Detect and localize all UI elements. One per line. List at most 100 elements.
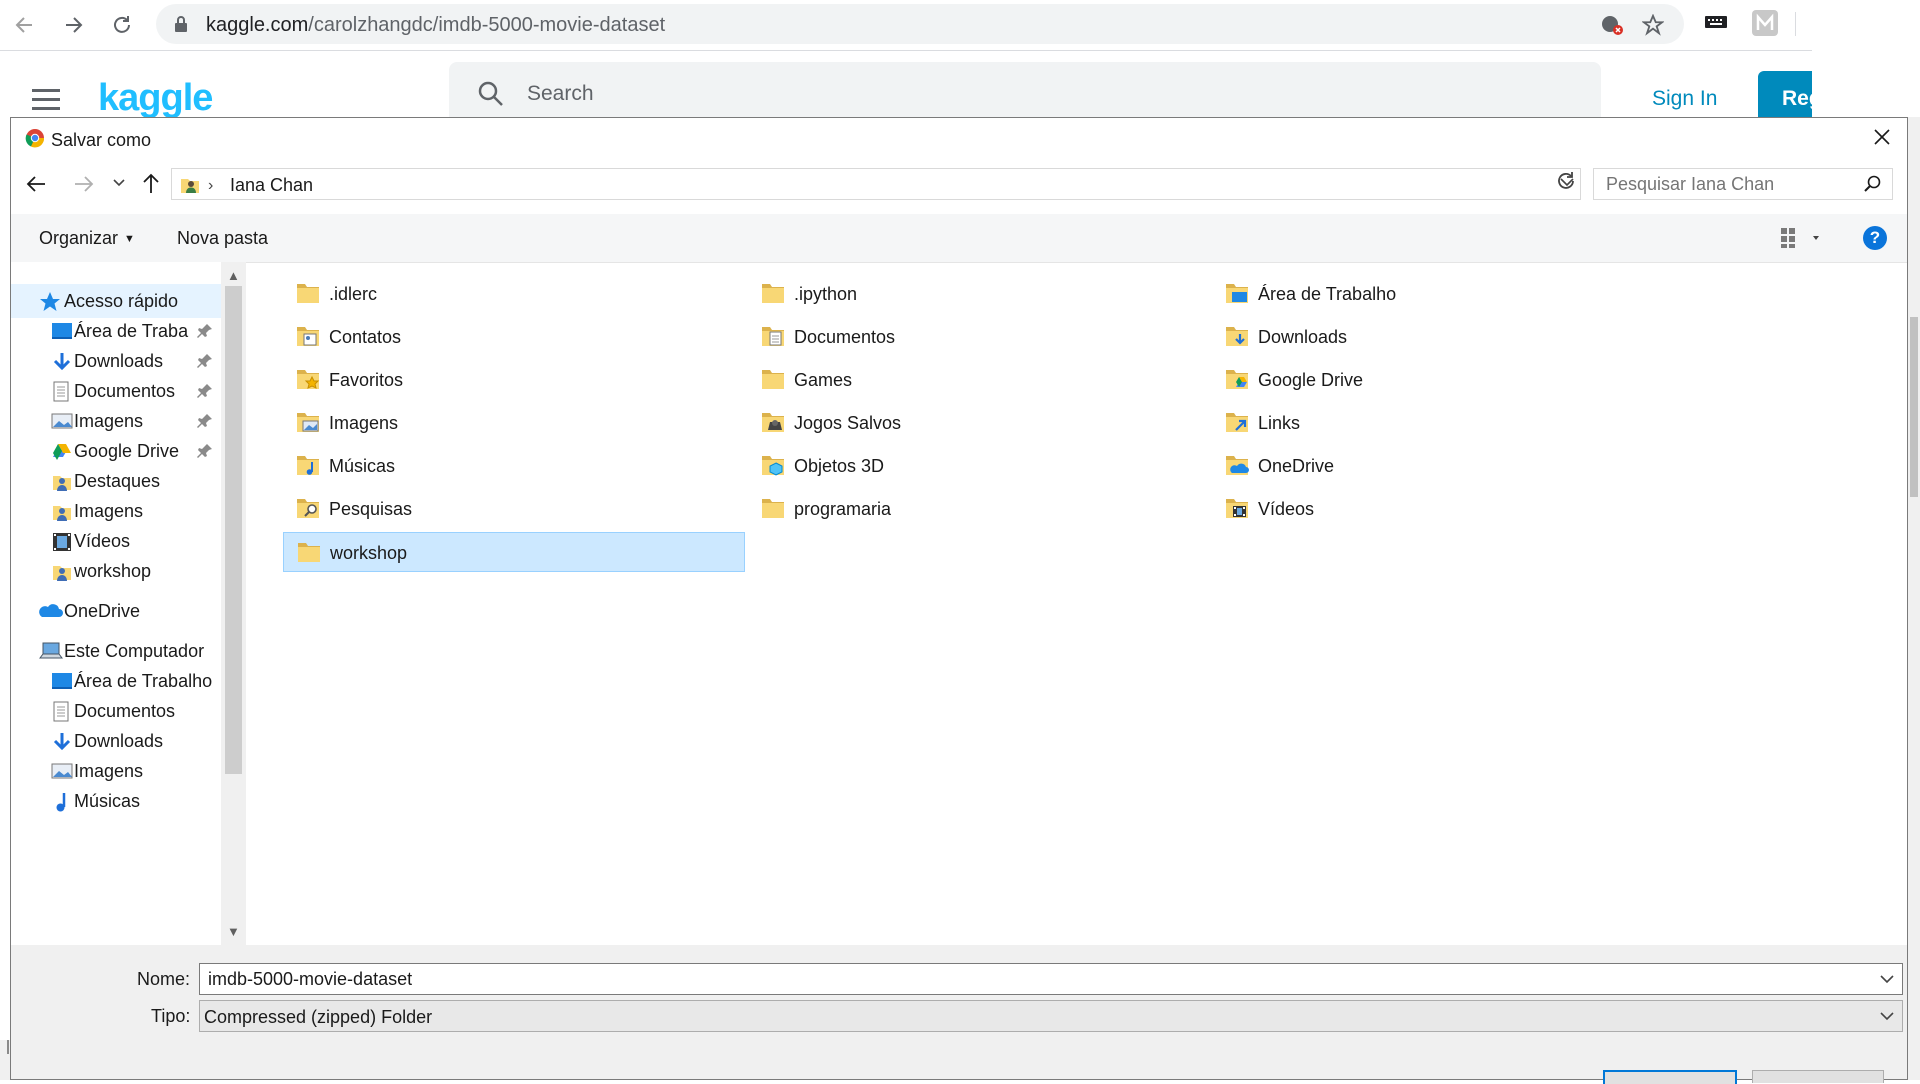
navigation-scrollbar-thumb[interactable] [225,286,242,774]
page-scrollbar[interactable] [1908,117,1920,1080]
breadcrumb-bar[interactable]: › Iana Chan [171,168,1581,200]
saved-games-folder-icon [760,410,786,439]
file-item[interactable]: Links [1212,403,1674,443]
desktop-folder-icon [1224,281,1250,310]
change-view-button[interactable] [1779,226,1823,255]
recent-locations-chevron-icon[interactable] [113,179,125,187]
toolbar-separator [1795,12,1796,36]
filename-input[interactable] [206,968,1850,991]
nav-item[interactable]: Documentos [11,694,221,728]
page-scrollbar-thumb[interactable] [1910,317,1918,497]
refresh-icon[interactable] [1555,170,1577,192]
nav-item-label: Documentos [74,701,176,721]
file-item[interactable]: Área de Trabalho [1212,274,1674,314]
file-item[interactable]: Downloads [1212,317,1674,357]
nav-item-label: Área de Trabalho [74,671,213,691]
dialog-search-box[interactable] [1593,168,1893,200]
breadcrumb-current[interactable]: Iana Chan [230,175,313,196]
nav-item[interactable]: OneDrive [11,594,221,628]
file-item-label: Músicas [329,456,396,476]
filename-label: Nome: [137,969,191,989]
cancel-button[interactable] [1752,1070,1884,1083]
file-item[interactable]: OneDrive [1212,446,1674,486]
desktop-icon [51,671,73,696]
file-item[interactable]: Músicas [283,446,745,486]
url-text: kaggle.com/carolzhangdc/imdb-5000-movie-… [206,14,665,37]
breadcrumb-separator-icon: › [208,177,214,194]
nav-item[interactable]: Área de Traba [11,314,221,348]
file-item-label: Google Drive [1258,370,1364,390]
file-item[interactable]: Google Drive [1212,360,1674,400]
forward-arrow-icon[interactable] [73,174,95,194]
sign-in-link[interactable]: Sign In [1652,87,1717,111]
search-icon [478,81,503,106]
nav-item[interactable]: Imagens [11,754,221,788]
file-item[interactable]: Documentos [748,317,1210,357]
nav-item[interactable]: Área de Trabalho [11,664,221,698]
nav-item[interactable]: Acesso rápido [11,284,221,318]
forward-button[interactable] [58,9,90,41]
file-item[interactable]: Vídeos [1212,489,1674,529]
filename-field[interactable] [199,963,1903,995]
up-arrow-icon[interactable] [141,172,161,194]
organize-label: Organizar [39,228,119,248]
file-item[interactable]: .ipython [748,274,1210,314]
file-item[interactable]: .idlerc [283,274,745,314]
file-item[interactable]: Games [748,360,1210,400]
folder-icon [760,496,786,525]
file-item[interactable]: Jogos Salvos [748,403,1210,443]
reload-icon [114,16,130,33]
filetype-select[interactable]: Compressed (zipped) Folder [199,1000,1903,1032]
back-arrow-icon[interactable] [25,174,47,194]
desktop-icon [51,321,73,346]
navigation-scrollbar[interactable]: ▲ ▼ [221,262,246,945]
contacts-folder-icon [295,324,321,353]
file-item[interactable]: Imagens [283,403,745,443]
scroll-down-icon[interactable]: ▼ [227,924,240,939]
nav-item[interactable]: Downloads [11,724,221,758]
kaggle-logo[interactable]: kaggle [98,77,213,120]
keyboard-extension-icon[interactable] [1704,10,1728,34]
file-item[interactable]: workshop [283,532,745,572]
organize-menu[interactable]: Organizar ▼ [39,228,135,249]
nav-item[interactable]: Este Computador [11,634,221,668]
blocked-cookies-icon[interactable] [1600,14,1624,36]
file-item[interactable]: Objetos 3D [748,446,1210,486]
file-item[interactable]: Favoritos [283,360,745,400]
nav-item[interactable]: Google Drive [11,434,221,468]
close-icon[interactable] [1871,126,1893,148]
nav-item[interactable]: Documentos [11,374,221,408]
file-item[interactable]: Contatos [283,317,745,357]
bookmark-star-icon[interactable] [1642,14,1664,36]
nav-item[interactable]: workshop [11,554,221,588]
nav-item[interactable]: Imagens [11,404,221,438]
file-item[interactable]: Pesquisas [283,489,745,529]
back-button[interactable] [8,9,40,41]
navigation-pane: Acesso rápido Área de Traba Downloads Docum… [11,262,246,945]
mendeley-extension-icon[interactable] [1752,10,1778,36]
url-host: kaggle.com [206,14,309,36]
user-folder-icon [51,561,73,588]
dialog-search-input[interactable] [1604,173,1848,196]
register-button[interactable]: Reg [1758,71,1812,117]
help-icon[interactable]: ? [1863,226,1887,250]
address-bar[interactable]: kaggle.com/carolzhangdc/imdb-5000-movie-… [156,4,1684,44]
nav-item[interactable]: Imagens [11,494,221,528]
nav-item[interactable]: Destaques [11,464,221,498]
menu-icon[interactable] [32,89,60,116]
nav-item[interactable]: Downloads [11,344,221,378]
nav-item-label: Acesso rápido [64,291,179,311]
nav-item[interactable]: Vídeos [11,524,221,558]
save-button[interactable] [1603,1070,1737,1084]
chevron-down-icon[interactable] [1880,974,1894,984]
reload-button[interactable] [106,9,138,41]
scroll-up-icon[interactable]: ▲ [227,268,240,283]
kaggle-search-bar[interactable]: Search [449,62,1601,122]
nav-item[interactable]: Músicas [11,784,221,818]
image-icon [51,761,73,786]
file-item[interactable]: programaria [748,489,1210,529]
new-folder-button[interactable]: Nova pasta [177,228,268,249]
nav-item-label: Área de Traba [74,321,189,341]
browser-toolbar: kaggle.com/carolzhangdc/imdb-5000-movie-… [0,0,1812,51]
music-icon [51,791,73,818]
